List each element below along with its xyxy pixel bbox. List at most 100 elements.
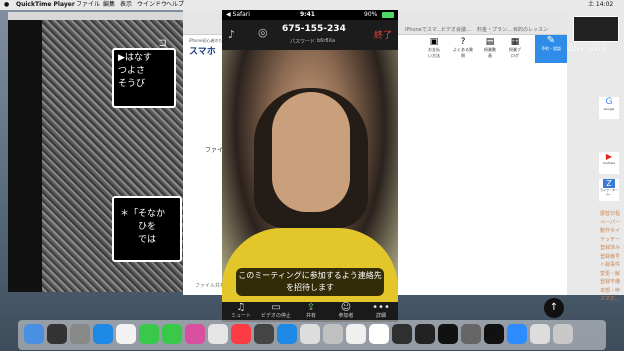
browser-tab[interactable]: ビデオ会議… [441,26,471,33]
photos-icon[interactable] [185,324,205,344]
more-label: 詳細 [375,313,386,319]
photo-booth-icon[interactable] [208,324,228,344]
browser-tab[interactable]: iPhoneでスマ… [405,26,442,33]
menu-clock[interactable]: 土 14:02 [588,0,613,10]
page-body-text: ファイ [205,147,224,154]
z-shortcut[interactable]: Z ライフ・ネーム… [599,179,619,201]
password-label: パスワード [290,39,316,45]
meeting-id: 675-155-234 [282,24,346,34]
apple-icon[interactable]: ● [4,0,9,10]
game-dialog-line: ひを [138,222,157,232]
menu-item-help[interactable]: ヘルプ [166,0,184,10]
app-store-icon[interactable] [277,324,297,344]
youtube-label: YouTube [602,161,616,165]
menu-bar: ● QuickTime Player ファイル 編集 表示 ウインドウ ヘルプ … [0,0,624,10]
app-icon-3[interactable] [438,324,458,344]
stop-video-button[interactable]: ▭ ビデオの停止 [259,302,293,322]
right-link[interactable]: 変更・解 [600,270,624,279]
app-icon-2[interactable] [415,324,435,344]
password-value: b6r8Xa [317,38,336,44]
end-button[interactable]: 終了 [374,28,392,41]
speaker-icon[interactable]: ♪ [228,28,235,41]
right-link[interactable]: 登録番号 [600,253,624,262]
meeting-controls: ♫ ミュート ▭ ビデオの停止 ⇪ 共有 ☺ 参加者 ••• 詳細 [222,302,398,322]
right-link[interactable]: ペーパー [600,219,624,228]
app-icon-5[interactable] [484,324,504,344]
status-battery: 90% [364,11,378,18]
invite-banner[interactable]: このミーティングに参加するよう連絡先を招待します [236,268,384,296]
menu-app-name[interactable]: QuickTime Player [16,0,75,10]
mute-button[interactable]: ♫ ミュート [224,302,258,322]
right-link[interactable]: ト録事件 [600,261,624,270]
menu-payment[interactable]: お支払い方法 [427,47,441,59]
menu-video[interactable]: 授業動画 [483,47,497,59]
battery-icon [382,12,394,18]
textedit-icon[interactable] [369,324,389,344]
screenshot-date: 2020-6-…14.03.03 [569,47,607,52]
participant-video[interactable] [222,50,398,322]
z-label: ライフ・ネーム… [599,188,618,196]
game-dialog: ＊「そなか ひを では [112,196,182,262]
app-icon[interactable] [392,324,412,344]
meeting-header: ♪ ◎ 675-155-234 パスワード b6r8Xa 終了 [222,20,398,50]
menu-item-view[interactable]: 表示 [120,0,132,10]
zoom-app-icon[interactable] [507,324,527,344]
app-icon-4[interactable] [461,324,481,344]
share-button[interactable]: ⇪ 共有 [294,302,328,322]
preview-icon[interactable] [346,324,366,344]
payment-icon[interactable]: ▣ お支払い方法 [427,37,441,59]
finder-icon[interactable] [24,324,44,344]
scroll-top-button[interactable]: ↑ [544,298,564,318]
right-link[interactable]: 登録不備 [600,278,624,287]
arrow-up-icon: ↑ [549,302,559,313]
video-icon[interactable]: ▤ 授業動画 [483,37,497,59]
right-link[interactable]: 本部・申 [600,287,624,296]
mute-label: ミュート [230,313,251,319]
right-link[interactable]: スマホ… [600,295,624,304]
more-dots-icon: ••• [372,302,390,313]
safari-icon[interactable] [93,324,113,344]
screenshot-thumbnail[interactable] [573,16,619,42]
menu-reserve: 予約・相談 [541,46,561,51]
right-link[interactable]: 振替日程 [600,210,624,219]
faq-icon[interactable]: ? よくある質問 [453,37,473,59]
music-icon[interactable] [231,324,251,344]
launchpad-icon[interactable] [70,324,90,344]
system-preferences-icon[interactable] [323,324,343,344]
right-link[interactable]: テッチー [600,236,624,245]
folder-icon[interactable] [530,324,550,344]
browser-tab[interactable]: 目的のレッスン [513,26,548,33]
share-label: 共有 [305,313,316,319]
status-carrier[interactable]: ◀ Safari [226,10,250,20]
trash-icon[interactable] [553,324,573,344]
menu-faq[interactable]: よくある質問 [453,47,473,59]
participants-button[interactable]: ☺ 参加者 [329,302,363,322]
quicktime-titlebar[interactable] [8,12,183,20]
camera-switch-icon[interactable]: ◎ [258,26,268,39]
browser-tab[interactable]: 料金・プラン… [477,26,512,33]
status-time: 9:41 [300,11,315,18]
calendar-icon[interactable] [116,324,136,344]
participants-icon: ☺ [340,302,352,313]
right-link[interactable]: 登録済み [600,244,624,253]
menu-item-edit[interactable]: 編集 [103,0,115,10]
menu-item-file[interactable]: ファイル [76,0,100,10]
right-link[interactable]: 動作タイ [600,227,624,236]
menu-item-window[interactable]: ウインドウ [137,0,167,10]
siri-icon[interactable] [47,324,67,344]
quicktime-icon[interactable] [254,324,274,344]
page-heading: スマホ [189,47,216,57]
more-button[interactable]: ••• 詳細 [364,302,398,322]
phone-mirror: ◀ Safari 9:41 90% ♪ ◎ 675-155-234 パスワード … [222,10,398,322]
google-shortcut[interactable]: G Google [599,97,619,119]
facetime-icon[interactable] [162,324,182,344]
reserve-button[interactable]: ✎ 予約・相談 [535,35,567,63]
blog-icon[interactable]: ▦ 授業ブログ [508,37,522,59]
game-video[interactable]: ▶はなす つよさ そうび コ ＊「そなか ひを では [8,20,183,292]
menu-blog[interactable]: 授業ブログ [508,47,522,59]
game-menu-line: つよさ [118,66,146,76]
youtube-shortcut[interactable]: ▶ YouTube [599,152,619,174]
messages-icon[interactable] [139,324,159,344]
phone-status-bar: ◀ Safari 9:41 90% [222,10,398,20]
zoom-icon[interactable] [300,324,320,344]
